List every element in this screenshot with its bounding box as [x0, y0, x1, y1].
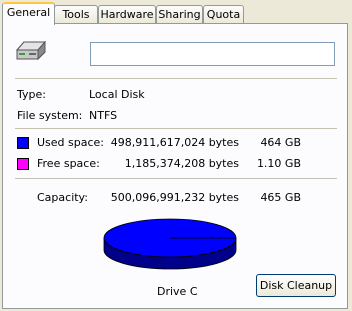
used-space-gb: 464 GB — [260, 136, 301, 149]
free-space-bytes: 1,185,374,208 bytes — [124, 157, 239, 170]
tab-sharing-label: Sharing — [158, 8, 201, 21]
capacity-bytes: 500,096,991,232 bytes — [110, 191, 239, 204]
tab-strip: Tools Hardware Sharing Quota General — [2, 2, 350, 25]
file-system-value: NTFS — [89, 109, 118, 122]
free-space-swatch — [17, 158, 29, 170]
type-label: Type: — [17, 88, 46, 101]
tab-general[interactable]: General — [2, 2, 55, 25]
drive-name-input[interactable] — [90, 42, 335, 66]
tab-sharing[interactable]: Sharing — [156, 5, 203, 23]
free-space-label: Free space: — [37, 157, 100, 170]
tab-quota[interactable]: Quota — [203, 5, 244, 23]
tab-hardware-label: Hardware — [100, 8, 154, 21]
disk-usage-pie — [103, 218, 237, 270]
general-panel: Type: Local Disk File system: NTFS Used … — [2, 23, 348, 309]
type-value: Local Disk — [89, 88, 145, 101]
used-space-bytes: 498,911,617,024 bytes — [110, 136, 239, 149]
used-space-label: Used space: — [37, 136, 105, 149]
tab-tools[interactable]: Tools — [54, 5, 98, 23]
tab-quota-label: Quota — [206, 8, 241, 21]
separator — [15, 128, 337, 129]
disk-cleanup-button[interactable]: Disk Cleanup — [256, 274, 336, 297]
used-space-swatch — [17, 137, 29, 149]
separator — [15, 178, 337, 179]
capacity-label: Capacity: — [37, 191, 88, 204]
tab-hardware[interactable]: Hardware — [98, 5, 156, 23]
hard-drive-icon — [15, 40, 47, 61]
free-space-gb: 1.10 GB — [256, 157, 301, 170]
tab-tools-label: Tools — [62, 8, 90, 21]
tab-general-label: General — [6, 6, 51, 19]
drive-label: Drive C — [157, 285, 198, 298]
separator — [15, 78, 337, 79]
file-system-label: File system: — [17, 109, 83, 122]
capacity-gb: 465 GB — [260, 191, 301, 204]
